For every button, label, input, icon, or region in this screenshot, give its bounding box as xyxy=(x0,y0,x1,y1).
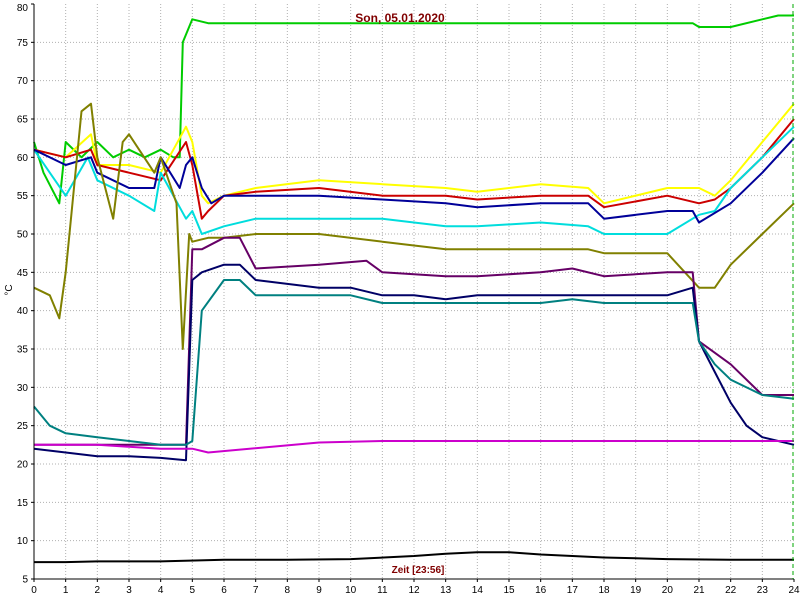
x-tick-labels: 0 1 2 3 4 5 6 7 8 9 10 11 12 13 14 15 16 17 18 19 20 21 22 23 24 xyxy=(31,579,800,596)
x-tick-label: 5 xyxy=(190,585,196,596)
x-tick-label: 18 xyxy=(598,585,610,596)
x-tick-label: 7 xyxy=(253,585,259,596)
x-tick-label: 11 xyxy=(377,585,388,596)
temperature-chart: 5101520253035404550556065707580 01234567… xyxy=(4,3,800,596)
x-tick-label: 17 xyxy=(567,585,579,596)
x-tick-label: 19 xyxy=(630,585,642,596)
y-tick-label: 65 xyxy=(17,115,29,126)
y-tick-label: 55 xyxy=(17,191,29,202)
y-tick-label: 80 xyxy=(17,3,29,14)
x-tick-label: 9 xyxy=(316,585,322,596)
x-tick-label: 6 xyxy=(221,585,227,596)
x-tick-label: 4 xyxy=(158,585,164,596)
x-tick-label: 8 xyxy=(285,585,291,596)
y-tick-label: 10 xyxy=(17,536,29,547)
x-tick-label: 1 xyxy=(63,585,69,596)
y-tick-label: 40 xyxy=(17,306,29,317)
y-tick-label: 70 xyxy=(17,76,29,87)
x-tick-label: 3 xyxy=(126,585,132,596)
x-tick-label: 15 xyxy=(503,585,515,596)
x-tick-label: 24 xyxy=(788,585,800,596)
y-tick-label: 20 xyxy=(17,460,29,471)
y-tick-label: 15 xyxy=(17,498,29,509)
chart-title: Son, 05.01.2020 xyxy=(355,11,445,25)
y-tick-label: 50 xyxy=(17,230,29,241)
y-tick-label: 45 xyxy=(17,268,29,279)
x-tick-label: 0 xyxy=(31,585,37,596)
x-tick-label: 21 xyxy=(693,585,705,596)
x-tick-label: 10 xyxy=(345,585,357,596)
y-axis-label: °C xyxy=(4,284,15,295)
y-tick-label: 5 xyxy=(22,575,28,586)
y-tick-label: 35 xyxy=(17,345,29,356)
y-tick-labels: 5 10 15 20 25 30 35 40 45 50 55 60 65 70 75 80 xyxy=(17,3,34,586)
x-tick-label: 20 xyxy=(662,585,674,596)
x-tick-label: 14 xyxy=(472,585,484,596)
x-tick-label: 12 xyxy=(408,585,420,596)
x-tick-label: 22 xyxy=(725,585,737,596)
x-tick-label: 16 xyxy=(535,585,547,596)
x-tick-label: 23 xyxy=(757,585,769,596)
y-tick-label: 75 xyxy=(17,38,29,49)
y-tick-label: 60 xyxy=(17,153,29,164)
y-tick-label: 30 xyxy=(17,383,29,394)
y-tick-label: 25 xyxy=(17,421,29,432)
x-axis-label: Zeit [23:56] xyxy=(392,565,445,576)
x-tick-label: 13 xyxy=(440,585,452,596)
x-tick-label: 2 xyxy=(95,585,101,596)
